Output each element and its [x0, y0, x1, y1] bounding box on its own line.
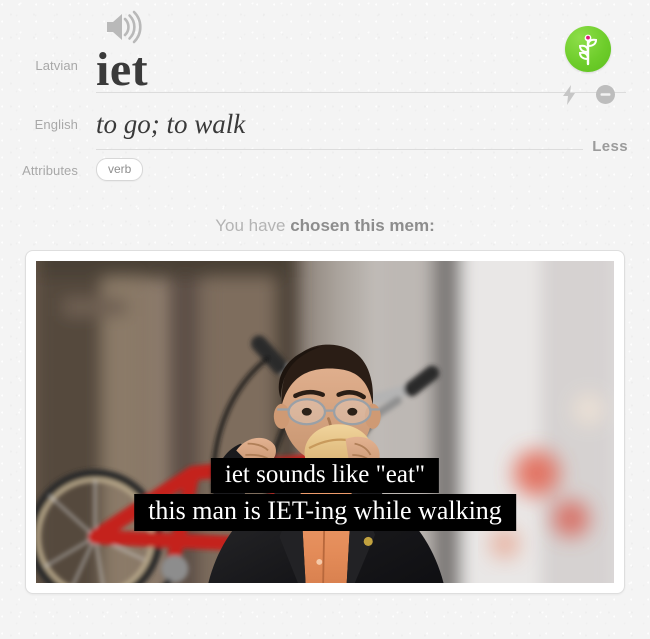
mem-caption-line-2: this man is IET-ing while walking — [134, 494, 516, 531]
mem-heading-prefix: You have — [215, 216, 291, 235]
mem-heading-emphasis: chosen this mem: — [290, 216, 435, 235]
row-attributes: Attributes verb — [0, 150, 650, 202]
row-source-word: Latvian iet — [0, 0, 650, 94]
attributes-label: Attributes — [22, 163, 78, 178]
mem-caption-line-1: iet sounds like "eat" — [210, 457, 440, 493]
attribute-tag-list: verb — [96, 150, 626, 181]
source-language-label: Latvian — [35, 58, 78, 73]
mem-photo[interactable]: iet sounds like "eat" this man is IET-in… — [36, 261, 614, 583]
word-text[interactable]: iet — [96, 0, 626, 94]
meaning-text[interactable]: to go; to walk — [96, 93, 626, 138]
mem-card[interactable]: iet sounds like "eat" this man is IET-in… — [25, 250, 625, 594]
attribute-tag-verb[interactable]: verb — [96, 158, 144, 181]
mem-heading: You have chosen this mem: — [0, 202, 650, 250]
target-language-label: English — [34, 117, 78, 132]
row-translation: English to go; to walk — [0, 93, 650, 149]
word-entry-panel: Latvian iet English to go; to walk Less … — [0, 0, 650, 202]
